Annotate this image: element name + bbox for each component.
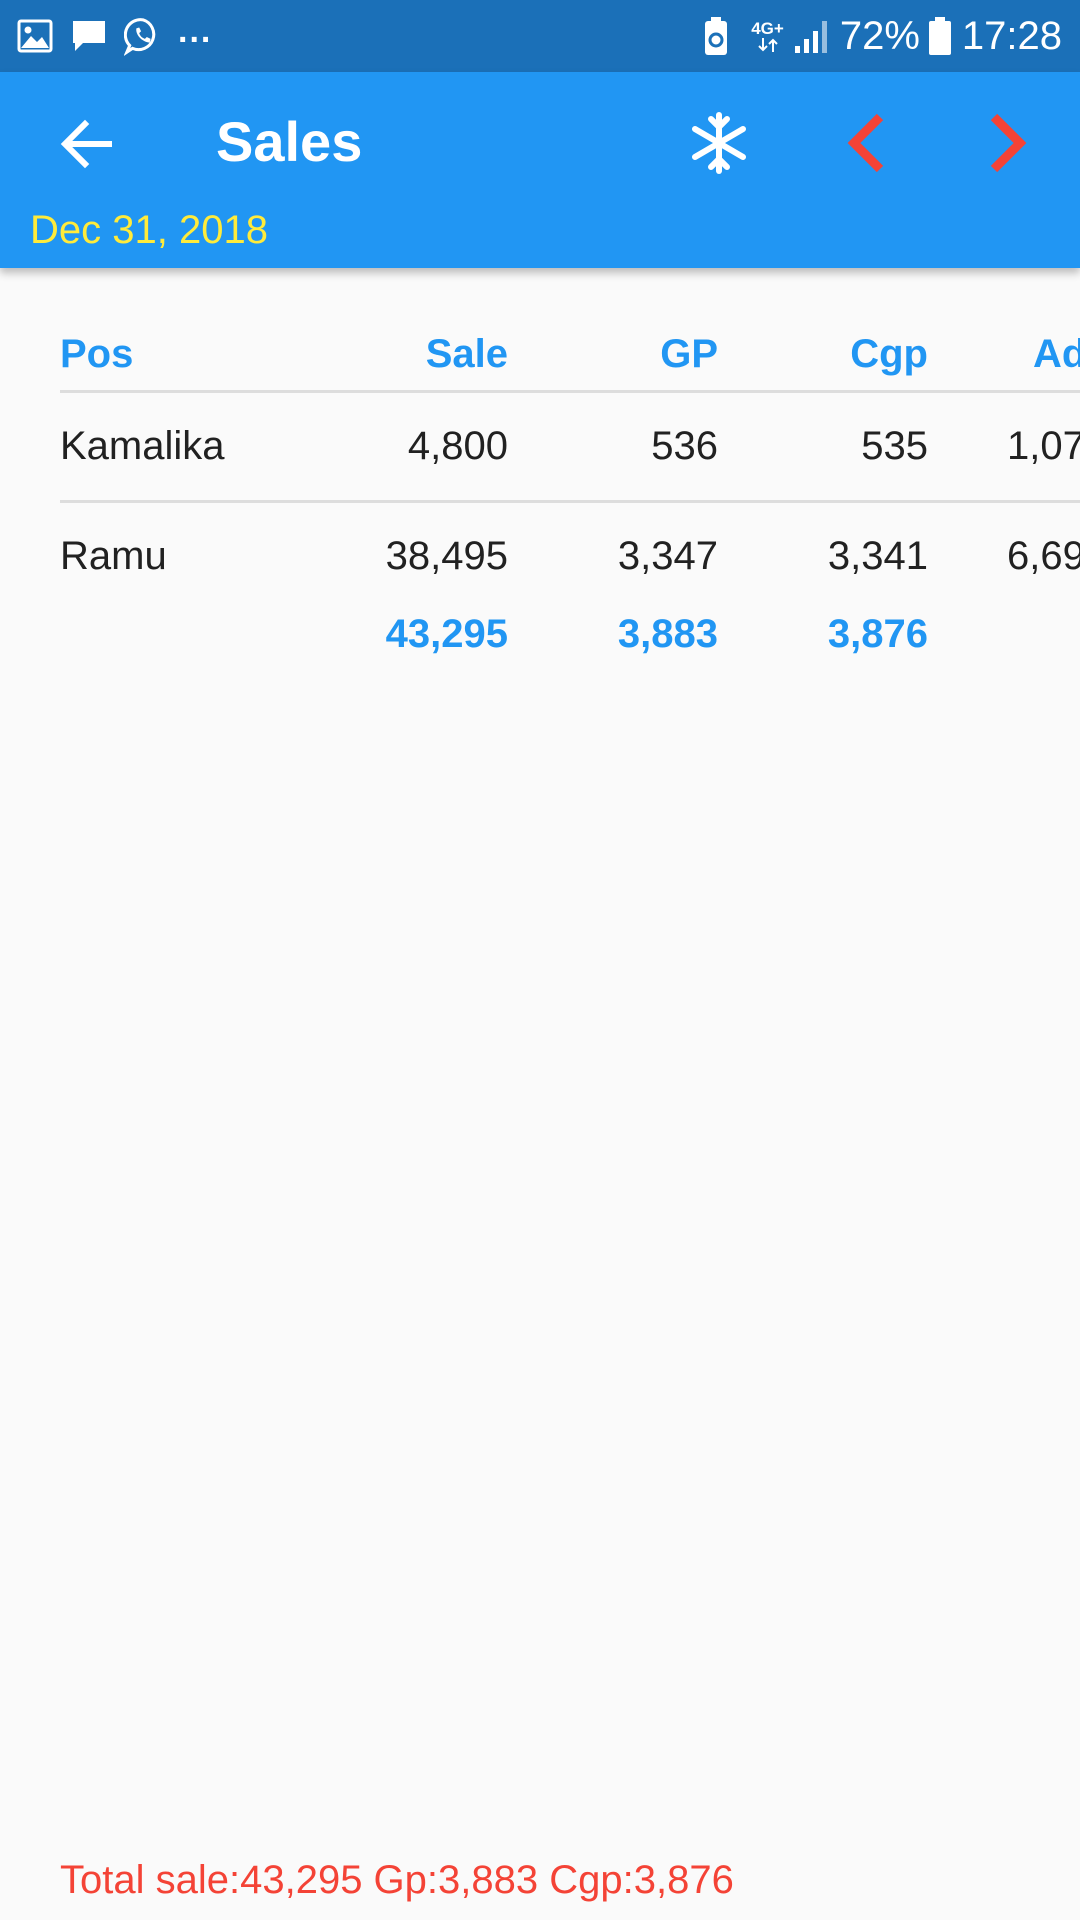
chevron-left-icon bbox=[847, 113, 884, 173]
status-bar-system: 4G+ 72% 17:28 bbox=[689, 10, 1062, 62]
battery-percentage: 72% bbox=[839, 14, 920, 58]
clock: 17:28 bbox=[961, 14, 1062, 58]
total-cgp: 3,876 bbox=[827, 612, 928, 656]
status-bar: ... 4G+ 72% 17:28 bbox=[0, 0, 1080, 72]
table-row-ad: 6,69 bbox=[1007, 534, 1080, 578]
whatsapp-icon bbox=[124, 17, 162, 56]
table-row-sale: 4,800 bbox=[407, 424, 508, 468]
freeze-button[interactable] bbox=[686, 110, 752, 176]
table-row-gp: 3,347 bbox=[617, 534, 718, 578]
column-header-ad[interactable]: Ad bbox=[1033, 330, 1080, 378]
column-header-sale[interactable]: Sale bbox=[426, 330, 508, 378]
signal-strength-icon bbox=[794, 18, 830, 54]
network-type-icon: 4G+ bbox=[751, 20, 784, 53]
column-header-gp[interactable]: GP bbox=[660, 330, 718, 378]
previous-day-button[interactable] bbox=[836, 108, 896, 178]
battery-saver-icon bbox=[703, 16, 729, 56]
total-sale: 43,295 bbox=[385, 612, 508, 656]
page-title: Sales bbox=[216, 110, 363, 173]
table-row-pos[interactable]: Kamalika bbox=[60, 422, 225, 470]
snowflake-icon bbox=[692, 112, 746, 174]
sales-screen: ... 4G+ 72% 17:28 Sales Dec 31, 2018 Pos… bbox=[0, 0, 1080, 1920]
table-row-cgp: 3,341 bbox=[827, 534, 928, 578]
status-bar-notifications: ... bbox=[16, 14, 212, 58]
table-row-sale: 38,495 bbox=[385, 534, 508, 578]
arrow-left-icon bbox=[60, 119, 112, 169]
selected-date[interactable]: Dec 31, 2018 bbox=[30, 206, 268, 254]
total-summary: Total sale:43,295 Gp:3,883 Cgp:3,876 bbox=[60, 1858, 734, 1902]
more-notifications-indicator: ... bbox=[178, 12, 213, 50]
app-bar: Sales Dec 31, 2018 bbox=[0, 72, 1080, 268]
table-row-ad: 1,07 bbox=[1007, 424, 1080, 468]
row-divider bbox=[60, 500, 1080, 503]
column-header-cgp[interactable]: Cgp bbox=[850, 330, 928, 378]
battery-icon bbox=[928, 16, 952, 56]
column-header-pos[interactable]: Pos bbox=[60, 330, 133, 378]
total-gp: 3,883 bbox=[617, 612, 718, 656]
message-icon bbox=[70, 17, 108, 55]
chevron-right-icon bbox=[990, 113, 1027, 173]
next-day-button[interactable] bbox=[978, 108, 1038, 178]
back-button[interactable] bbox=[54, 112, 118, 176]
table-row-gp: 536 bbox=[651, 424, 718, 468]
table-row-pos[interactable]: Ramu bbox=[60, 532, 167, 580]
table-row-cgp: 535 bbox=[861, 424, 928, 468]
network-type-label: 4G+ bbox=[751, 18, 784, 38]
image-icon bbox=[16, 17, 54, 55]
header-divider bbox=[60, 390, 1080, 393]
